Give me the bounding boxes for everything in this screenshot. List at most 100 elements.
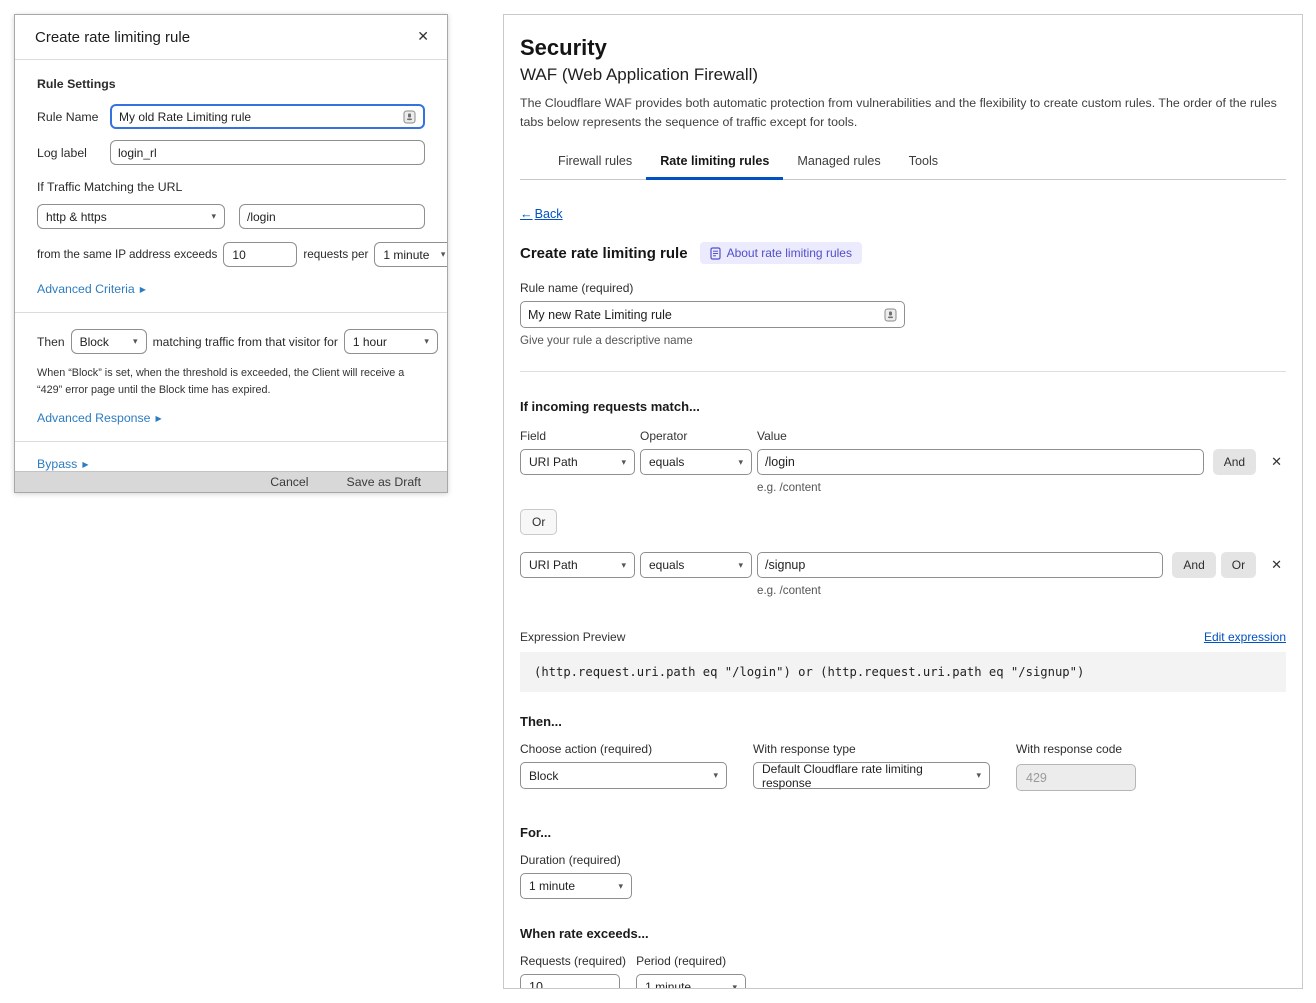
block-note-text: When “Block” is set, when the threshold … bbox=[37, 365, 425, 398]
edit-expression-link[interactable]: Edit expression bbox=[1204, 630, 1286, 644]
ban-duration-select[interactable]: 1 hour ▾ bbox=[344, 329, 438, 354]
response-type-select[interactable]: Default Cloudflare rate limiting respons… bbox=[753, 762, 990, 789]
advanced-criteria-link[interactable]: Advanced Criteria ▶ bbox=[37, 282, 146, 296]
value-example-help: e.g. /content bbox=[757, 584, 1286, 597]
requests-input[interactable] bbox=[520, 974, 620, 989]
url-match-row: http & https ▾ bbox=[37, 204, 425, 229]
scheme-select[interactable]: http & https ▾ bbox=[37, 204, 225, 229]
period-col: Period (required) 1 minute ▾ bbox=[636, 954, 746, 989]
chevron-down-icon: ▾ bbox=[133, 337, 138, 346]
bypass-link[interactable]: Bypass ▶ bbox=[37, 457, 88, 471]
log-label-row: Log label bbox=[37, 140, 425, 165]
period-select[interactable]: 1 minute ▾ bbox=[636, 974, 746, 989]
then-controls: Choose action (required) Block ▾ With re… bbox=[520, 742, 1286, 791]
save-as-draft-button[interactable]: Save as Draft bbox=[347, 475, 422, 489]
duration-label: Duration (required) bbox=[520, 853, 1286, 867]
screenshot-root: Create rate limiting rule ✕ Rule Setting… bbox=[0, 0, 1316, 1003]
chevron-down-icon: ▾ bbox=[738, 458, 743, 467]
field-select[interactable]: URI Path ▾ bbox=[520, 552, 635, 578]
form-title: Create rate limiting rule bbox=[520, 245, 688, 262]
remove-condition-icon[interactable]: ✕ bbox=[1267, 555, 1286, 575]
response-code-col: With response code bbox=[1016, 742, 1136, 791]
rule-name-field-wrap bbox=[110, 104, 425, 129]
rule-settings-heading: Rule Settings bbox=[37, 77, 425, 91]
choose-action-label: Choose action (required) bbox=[520, 742, 727, 756]
autofill-icon[interactable] bbox=[403, 110, 416, 124]
rules-tab-bar: Firewall rules Rate limiting rules Manag… bbox=[520, 146, 1286, 180]
condition-row: URI Path ▾ equals ▾ And ✕ bbox=[520, 449, 1286, 475]
cancel-button[interactable]: Cancel bbox=[270, 475, 308, 489]
then-action-row: Then Block ▾ matching traffic from that … bbox=[37, 329, 425, 354]
chevron-down-icon: ▾ bbox=[621, 458, 626, 467]
expression-preview-label: Expression Preview bbox=[520, 630, 625, 644]
then-label: Then bbox=[37, 335, 65, 349]
rule-name-label: Rule Name bbox=[37, 110, 100, 124]
expand-right-icon: ▶ bbox=[82, 460, 88, 469]
rule-name-input[interactable] bbox=[528, 308, 878, 322]
for-heading: For... bbox=[520, 825, 1286, 840]
threshold-row: from the same IP address exceeds request… bbox=[37, 242, 425, 267]
response-code-label: With response code bbox=[1016, 742, 1136, 756]
rate-controls: Requests (required) Period (required) 1 … bbox=[520, 954, 1286, 989]
value-input[interactable] bbox=[765, 558, 1155, 572]
chevron-down-icon: ▾ bbox=[211, 212, 216, 221]
period-label: Period (required) bbox=[636, 954, 746, 968]
or-connector-button[interactable]: Or bbox=[520, 509, 557, 535]
field-select[interactable]: URI Path ▾ bbox=[520, 449, 635, 475]
tab-firewall-rules[interactable]: Firewall rules bbox=[544, 146, 646, 179]
then-middle-text: matching traffic from that visitor for bbox=[153, 335, 338, 349]
chevron-down-icon: ▾ bbox=[733, 983, 738, 989]
close-icon[interactable]: ✕ bbox=[413, 25, 433, 47]
operator-select[interactable]: equals ▾ bbox=[640, 449, 752, 475]
chevron-down-icon: ▾ bbox=[621, 561, 626, 570]
threshold-middle-text: requests per bbox=[303, 248, 368, 261]
value-column-label: Value bbox=[757, 429, 787, 443]
dialog-body: Rule Settings Rule Name Log label bbox=[15, 60, 447, 471]
tab-managed-rules[interactable]: Managed rules bbox=[783, 146, 894, 179]
chevron-down-icon: ▾ bbox=[713, 771, 718, 780]
page-subtitle: WAF (Web Application Firewall) bbox=[520, 65, 1286, 85]
threshold-input[interactable] bbox=[223, 242, 297, 267]
duration-select[interactable]: 1 minute ▾ bbox=[520, 873, 632, 899]
rule-name-row: Rule Name bbox=[37, 104, 425, 129]
remove-condition-icon[interactable]: ✕ bbox=[1267, 452, 1286, 472]
or-button[interactable]: Or bbox=[1221, 552, 1256, 578]
back-link[interactable]: ← Back bbox=[520, 207, 563, 221]
and-button[interactable]: And bbox=[1213, 449, 1256, 475]
advanced-response-link[interactable]: Advanced Response ▶ bbox=[37, 411, 162, 425]
log-label-input[interactable] bbox=[118, 146, 417, 160]
action-select[interactable]: Block ▾ bbox=[71, 329, 147, 354]
divider bbox=[15, 312, 447, 313]
expression-code: (http.request.uri.path eq "/login") or (… bbox=[520, 652, 1286, 692]
response-code-input bbox=[1016, 764, 1136, 791]
url-input[interactable] bbox=[247, 210, 417, 224]
period-select[interactable]: 1 minute ▾ bbox=[374, 242, 448, 267]
incoming-requests-heading: If incoming requests match... bbox=[520, 399, 1286, 414]
rate-exceeds-heading: When rate exceeds... bbox=[520, 926, 1286, 941]
divider bbox=[15, 441, 447, 442]
page-title: Security bbox=[520, 35, 1286, 61]
rule-name-label: Rule name (required) bbox=[520, 281, 1286, 295]
and-button[interactable]: And bbox=[1172, 552, 1215, 578]
about-rate-limiting-badge[interactable]: About rate limiting rules bbox=[700, 242, 862, 264]
traffic-matching-heading: If Traffic Matching the URL bbox=[37, 180, 425, 194]
log-label-field-wrap bbox=[110, 140, 425, 165]
dialog-title: Create rate limiting rule bbox=[35, 29, 427, 46]
page-description: The Cloudflare WAF provides both automat… bbox=[520, 94, 1286, 131]
document-icon bbox=[710, 247, 721, 260]
url-field-wrap bbox=[239, 204, 425, 229]
operator-select[interactable]: equals ▾ bbox=[640, 552, 752, 578]
value-example-help: e.g. /content bbox=[757, 481, 1286, 494]
choose-action-select[interactable]: Block ▾ bbox=[520, 762, 727, 789]
rule-name-help: Give your rule a descriptive name bbox=[520, 334, 1286, 347]
expand-right-icon: ▶ bbox=[155, 414, 161, 423]
value-input[interactable] bbox=[765, 455, 1196, 469]
requests-col: Requests (required) bbox=[520, 954, 626, 989]
tab-rate-limiting-rules[interactable]: Rate limiting rules bbox=[646, 146, 783, 179]
chevron-down-icon: ▾ bbox=[618, 882, 623, 891]
autofill-icon[interactable] bbox=[884, 308, 897, 322]
field-column-label: Field bbox=[520, 429, 635, 443]
rule-name-input[interactable] bbox=[119, 110, 397, 124]
tab-tools[interactable]: Tools bbox=[895, 146, 952, 179]
log-label-label: Log label bbox=[37, 146, 100, 160]
